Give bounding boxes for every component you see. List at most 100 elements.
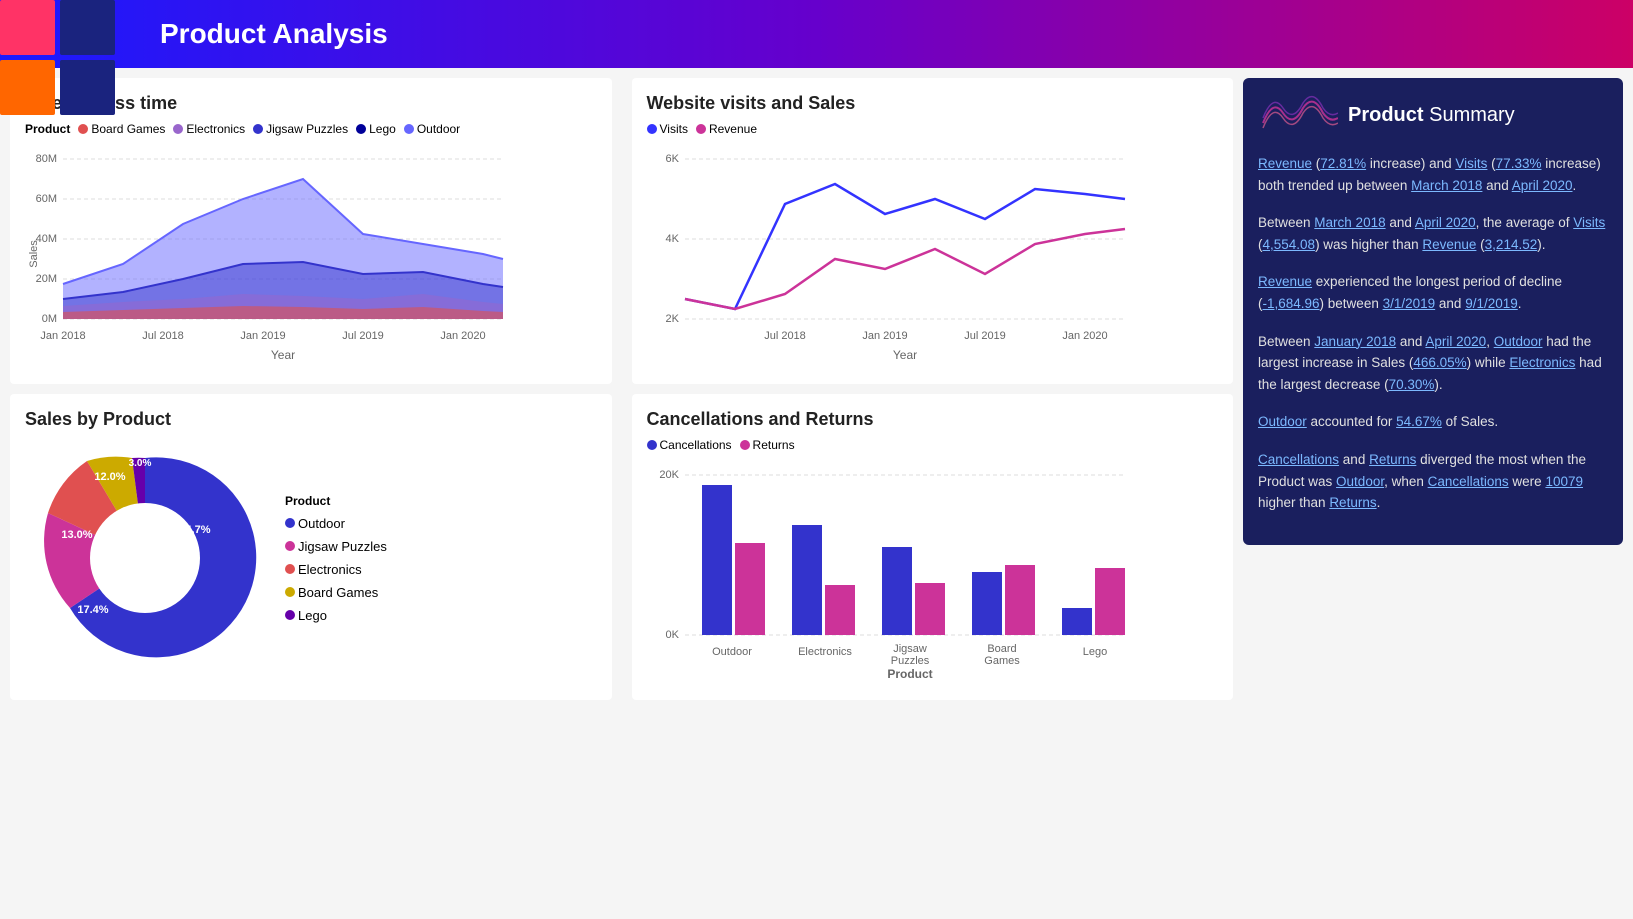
revenue-label: Revenue (709, 122, 757, 136)
lego-returns-bar (1095, 568, 1125, 635)
legend-returns: Returns (740, 438, 795, 452)
electronics-dot (173, 124, 183, 134)
legend-visits: Visits (647, 122, 688, 136)
svg-text:Jul 2019: Jul 2019 (964, 330, 1006, 342)
electronics-cancel-bar (792, 525, 822, 635)
returns-label: Returns (753, 438, 795, 452)
svg-text:Jan 2018: Jan 2018 (40, 330, 85, 342)
pie-legend-title: Product (285, 494, 387, 508)
svg-text:6K: 6K (665, 153, 679, 165)
jigsaw-label: Jigsaw Puzzles (266, 122, 348, 136)
top-charts-row: Sales across time Product Board Games El… (10, 78, 1233, 384)
pie-jigsaw-label: Jigsaw Puzzles (298, 539, 387, 554)
cancellations-label: Cancellations (660, 438, 732, 452)
left-panel: Sales across time Product Board Games El… (10, 78, 1233, 700)
summary-p6: Cancellations and Returns diverged the m… (1258, 449, 1608, 514)
website-visits-title: Website visits and Sales (647, 93, 1219, 114)
pie-lego-label: Lego (298, 608, 327, 623)
svg-text:Outdoor: Outdoor (712, 646, 752, 658)
svg-text:20K: 20K (659, 469, 679, 481)
svg-text:80M: 80M (36, 153, 57, 165)
sales-time-svg: 80M 60M 40M 20M 0M Sales (25, 144, 505, 364)
main-content: Sales across time Product Board Games El… (0, 68, 1633, 710)
svg-text:Jul 2018: Jul 2018 (764, 330, 806, 342)
jigsaw-returns-bar (915, 583, 945, 635)
cancellations-svg: 20K 0K (647, 460, 1127, 680)
svg-text:20M: 20M (36, 273, 57, 285)
visits-label: Visits (660, 122, 688, 136)
sales-by-product-chart: Sales by Product (10, 394, 612, 700)
svg-text:13.0%: 13.0% (61, 529, 92, 541)
pie-section: 54.7% 17.4% 13.0% 12.0% 3.0% Product Out… (25, 438, 597, 678)
outdoor-cancel-bar (702, 485, 732, 635)
lego-cancel-bar (1062, 608, 1092, 635)
legend-revenue: Revenue (696, 122, 757, 136)
visits-svg: 6K 4K 2K Jul 2018 Jan 2019 Jul 2019 Jan (647, 144, 1127, 364)
svg-text:60M: 60M (36, 193, 57, 205)
summary-p5: Outdoor accounted for 54.67% of Sales. (1258, 411, 1608, 433)
pie-board-games-dot (285, 587, 295, 597)
pie-legend: Product Outdoor Jigsaw Puzzles Electroni… (285, 494, 387, 623)
summary-p4: Between January 2018 and April 2020, Out… (1258, 331, 1608, 396)
svg-text:Product: Product (887, 667, 932, 680)
jigsaw-dot (253, 124, 263, 134)
pie-electronics-label: Electronics (298, 562, 362, 577)
pie-electronics-dot (285, 564, 295, 574)
cancellations-title: Cancellations and Returns (647, 409, 1219, 430)
svg-text:2K: 2K (665, 313, 679, 325)
pie-lego: Lego (285, 608, 387, 623)
outdoor-dot (404, 124, 414, 134)
svg-text:Lego: Lego (1082, 646, 1106, 658)
svg-text:Jul 2019: Jul 2019 (342, 330, 384, 342)
product-summary-panel: Product Summary Revenue (72.81% increase… (1243, 78, 1623, 545)
pie-outdoor-label: Outdoor (298, 516, 345, 531)
sales-by-product-title: Sales by Product (25, 409, 597, 430)
visits-legend: Visits Revenue (647, 122, 1219, 136)
svg-text:Jul 2018: Jul 2018 (142, 330, 184, 342)
svg-text:Games: Games (984, 655, 1020, 667)
summary-icon (1258, 93, 1338, 138)
svg-text:12.0%: 12.0% (94, 471, 125, 483)
returns-dot (740, 440, 750, 450)
summary-header: Product Summary (1258, 93, 1608, 138)
svg-text:Puzzles: Puzzles (890, 655, 929, 667)
pie-lego-dot (285, 610, 295, 620)
cancellations-dot (647, 440, 657, 450)
svg-text:0K: 0K (665, 629, 679, 641)
svg-text:3.0%: 3.0% (129, 458, 152, 469)
board-games-cancel-bar (972, 572, 1002, 635)
svg-text:Year: Year (892, 348, 916, 362)
summary-body: Revenue (72.81% increase) and Visits (77… (1258, 153, 1608, 530)
svg-text:0M: 0M (42, 313, 57, 325)
visits-line (685, 184, 1125, 309)
legend-electronics: Electronics (173, 122, 245, 136)
legend-lego: Lego (356, 122, 396, 136)
electronics-label: Electronics (186, 122, 245, 136)
board-games-returns-bar (1005, 565, 1035, 635)
lego-label: Lego (369, 122, 396, 136)
svg-text:Sales: Sales (28, 240, 40, 268)
summary-title-bold: Product (1348, 104, 1424, 126)
pie-electronics: Electronics (285, 562, 387, 577)
bottom-charts-row: Sales by Product (10, 394, 1233, 700)
electronics-returns-bar (825, 585, 855, 635)
logo-area (0, 0, 130, 130)
jigsaw-cancel-bar (882, 547, 912, 635)
pie-outdoor-dot (285, 518, 295, 528)
svg-text:Jan 2020: Jan 2020 (1062, 330, 1107, 342)
cancellations-chart: Cancellations and Returns Cancellations … (632, 394, 1234, 700)
lego-dot (356, 124, 366, 134)
page-title: Product Analysis (160, 18, 388, 50)
summary-p3: Revenue experienced the longest period o… (1258, 271, 1608, 314)
pie-board-games: Board Games (285, 585, 387, 600)
svg-text:Electronics: Electronics (798, 646, 852, 658)
pie-jigsaw: Jigsaw Puzzles (285, 539, 387, 554)
revenue-dot (696, 124, 706, 134)
svg-text:Jan 2020: Jan 2020 (440, 330, 485, 342)
cancellations-legend: Cancellations Returns (647, 438, 1219, 452)
outdoor-returns-bar (735, 543, 765, 635)
legend-cancellations: Cancellations (647, 438, 732, 452)
svg-text:Jan 2019: Jan 2019 (862, 330, 907, 342)
summary-title-rest: Summary (1424, 104, 1515, 126)
svg-text:Jan 2019: Jan 2019 (240, 330, 285, 342)
